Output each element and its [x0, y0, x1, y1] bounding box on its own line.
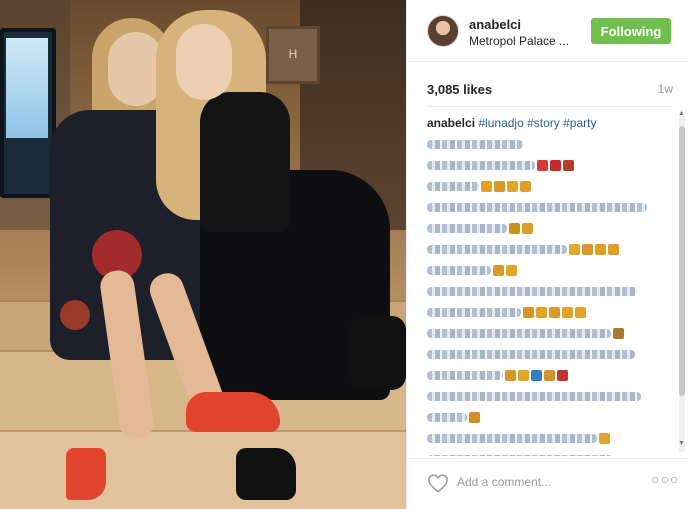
comment-footer: ○○○	[407, 458, 688, 509]
photo-red-shoe	[66, 448, 106, 500]
emoji-icon	[595, 244, 606, 255]
photo-screen	[0, 28, 56, 198]
photo-person-face	[176, 24, 232, 100]
emoji-icon	[562, 307, 573, 318]
comments-list: anabelci #lunadjo #story #party	[427, 116, 677, 456]
post-username[interactable]: anabelci	[469, 17, 521, 32]
blurred-text	[427, 371, 503, 380]
emoji-icon	[507, 181, 518, 192]
blurred-text	[427, 287, 637, 296]
emoji-icon	[518, 370, 529, 381]
emoji-icon	[550, 160, 561, 171]
blurred-comment	[427, 138, 677, 151]
scrollbar-thumb[interactable]	[679, 126, 685, 396]
post-age[interactable]: 1w	[658, 82, 673, 96]
emoji-icon	[537, 160, 548, 171]
hashtag[interactable]: #party	[563, 116, 596, 130]
blurred-text	[427, 350, 635, 359]
blurred-comment	[427, 411, 677, 424]
emoji-icon	[506, 265, 517, 276]
blurred-comment	[427, 348, 677, 361]
blurred-text	[427, 392, 641, 401]
photo-red-shoe	[186, 392, 280, 432]
post-header: anabelci Metropol Palace ... Following	[407, 0, 688, 62]
blurred-text	[427, 308, 521, 317]
emoji-icon	[575, 307, 586, 318]
blurred-text	[427, 203, 647, 212]
blurred-text	[427, 434, 597, 443]
post-sidebar: anabelci Metropol Palace ... Following 3…	[406, 0, 688, 509]
emoji-icon	[563, 160, 574, 171]
emoji-icon	[549, 307, 560, 318]
blurred-comment	[427, 369, 677, 382]
blurred-comment	[427, 306, 677, 319]
blurred-comment	[427, 201, 677, 214]
following-button[interactable]: Following	[591, 18, 671, 44]
emoji-icon	[569, 244, 580, 255]
emoji-icon	[531, 370, 542, 381]
emoji-icon	[520, 181, 531, 192]
hashtag[interactable]: #story	[527, 116, 560, 130]
scroll-down-arrow-icon[interactable]: ▼	[678, 440, 685, 447]
blurred-comment	[427, 222, 677, 235]
emoji-icon	[608, 244, 619, 255]
emoji-icon	[582, 244, 593, 255]
blurred-text	[427, 161, 535, 170]
emoji-icon	[509, 223, 520, 234]
photo-black-shoe	[236, 448, 296, 500]
blurred-comment	[427, 285, 677, 298]
blurred-comment	[427, 390, 677, 403]
blurred-text	[427, 329, 611, 338]
likes-row: 3,085 likes 1w	[427, 82, 673, 98]
avatar[interactable]	[427, 15, 459, 47]
blurred-comment	[427, 264, 677, 277]
post-caption: anabelci #lunadjo #story #party	[427, 116, 677, 130]
blurred-text	[427, 413, 467, 422]
photo-dress-pattern	[60, 300, 90, 330]
photo-step	[0, 430, 406, 509]
divider	[427, 106, 673, 107]
emoji-icon	[522, 223, 533, 234]
blurred-comment	[427, 327, 677, 340]
emoji-icon	[505, 370, 516, 381]
heart-icon[interactable]	[427, 473, 449, 493]
photo-plaque: H	[266, 26, 320, 84]
more-options-icon[interactable]: ○○○	[651, 471, 679, 487]
post-location[interactable]: Metropol Palace ...	[469, 34, 569, 48]
photo-person-top	[200, 92, 290, 232]
hashtag[interactable]: #lunadjo	[478, 116, 523, 130]
emoji-icon	[494, 181, 505, 192]
emoji-icon	[599, 433, 610, 444]
emoji-icon	[613, 328, 624, 339]
blurred-text	[427, 455, 613, 456]
blurred-text	[427, 224, 507, 233]
caption-username[interactable]: anabelci	[427, 116, 475, 130]
emoji-icon	[544, 370, 555, 381]
blurred-text	[427, 245, 567, 254]
emoji-icon	[557, 370, 568, 381]
blurred-comment	[427, 453, 677, 456]
blurred-text	[427, 182, 479, 191]
blurred-comment	[427, 159, 677, 172]
emoji-icon	[481, 181, 492, 192]
blurred-text	[427, 266, 491, 275]
blurred-text	[427, 140, 523, 149]
photo-black-shoe	[350, 316, 406, 390]
emoji-icon	[536, 307, 547, 318]
likes-count[interactable]: 3,085 likes	[427, 82, 492, 97]
emoji-icon	[493, 265, 504, 276]
blurred-comment	[427, 180, 677, 193]
blurred-comment	[427, 432, 677, 445]
post-photo[interactable]: H	[0, 0, 406, 509]
blurred-comment	[427, 243, 677, 256]
emoji-icon	[523, 307, 534, 318]
emoji-icon	[469, 412, 480, 423]
comment-input[interactable]	[457, 471, 637, 493]
scroll-up-arrow-icon[interactable]: ▲	[678, 110, 685, 117]
